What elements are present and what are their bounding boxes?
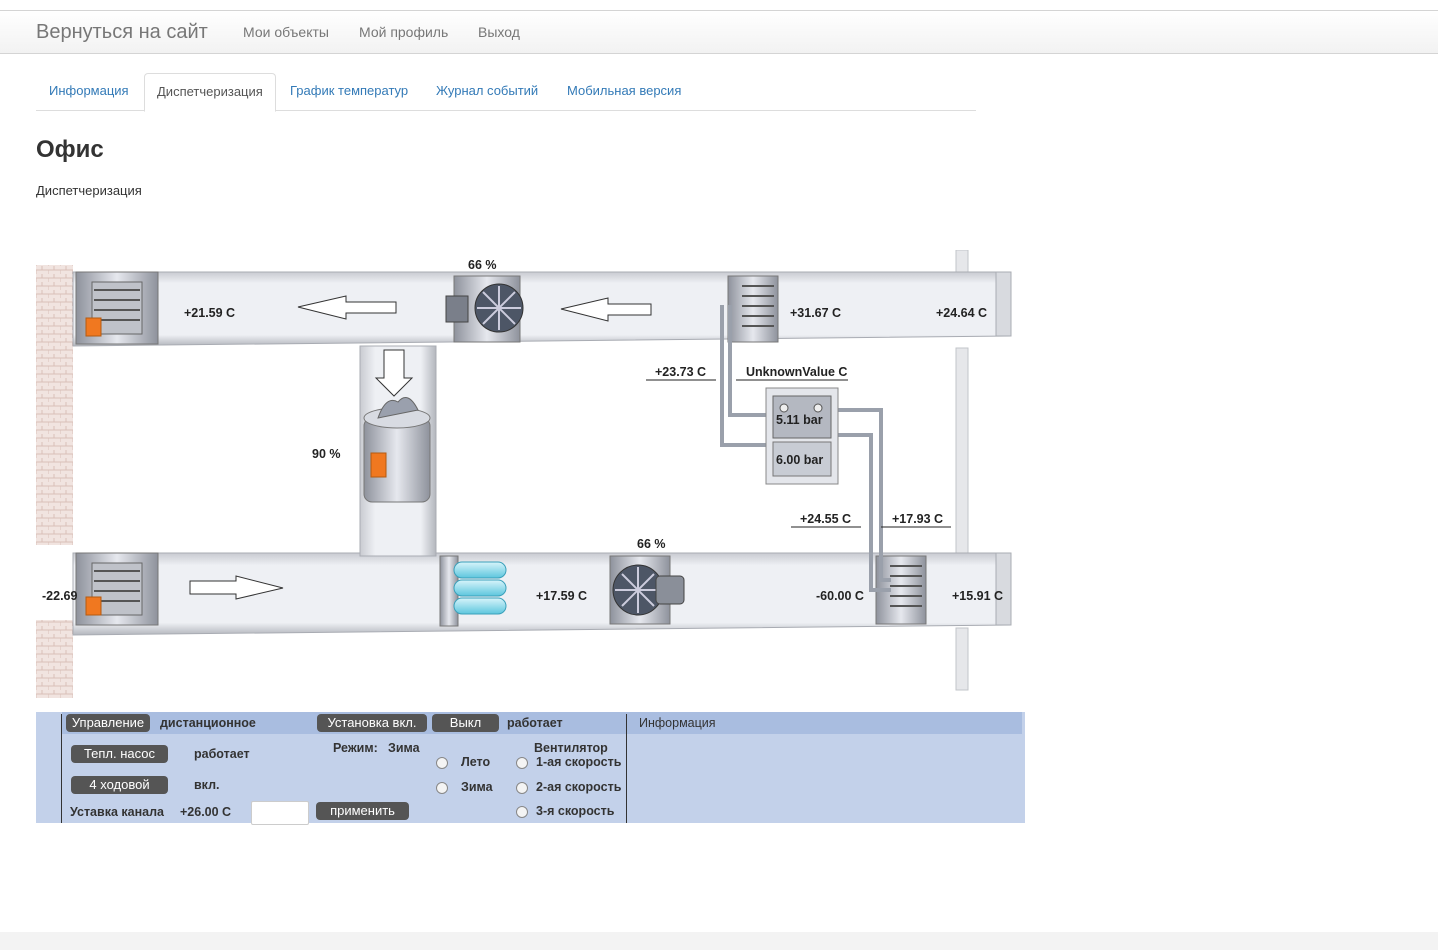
pressure-low: 6.00 bar	[776, 453, 824, 467]
tab-temperature-chart[interactable]: График температур	[278, 73, 420, 109]
panel-divider	[61, 714, 62, 823]
tab-dispatching[interactable]: Диспетчеризация	[144, 73, 276, 112]
control-mode-button[interactable]: Управление	[66, 714, 150, 732]
pipe-temperature-2: +24.55 C	[800, 512, 852, 526]
heat-pump-button[interactable]: Тепл. насос	[71, 745, 168, 763]
footer-bar	[0, 932, 1438, 950]
tab-event-log[interactable]: Журнал событий	[424, 73, 550, 109]
back-to-site-link[interactable]: Вернуться на сайт	[36, 21, 208, 44]
fan-speed-2-radio[interactable]	[516, 782, 528, 794]
tab-bar: Информация Диспетчеризация График темпер…	[36, 73, 976, 112]
hvac-scheme: 66 % +21.59 C +31.67 C +24.64 C +23.73 C…	[36, 249, 1026, 700]
supply-fan-percent: 66 %	[468, 258, 497, 272]
mode-winter-radio[interactable]	[436, 782, 448, 794]
pressure-high: 5.11 bar	[776, 413, 823, 427]
off-button[interactable]: Выкл	[432, 714, 499, 732]
mode-summer-radio[interactable]	[436, 757, 448, 769]
unknown-temperature: UnknownValue C	[746, 365, 848, 379]
control-mode-value: дистанционное	[160, 716, 256, 730]
four-way-valve-button[interactable]: 4 ходовой	[71, 776, 168, 794]
info-label: Информация	[639, 716, 716, 730]
four-way-valve-status: вкл.	[194, 778, 220, 792]
nav-my-profile[interactable]: Мой профиль	[359, 24, 448, 40]
unit-status: работает	[507, 716, 563, 730]
fan-speed-3-label: 3-я скорость	[536, 804, 615, 818]
grille-icon	[727, 275, 779, 343]
top-navbar: Вернуться на сайт Мои объекты Мой профил…	[0, 10, 1438, 54]
grille-icon	[75, 271, 159, 345]
pipe-temperature-1: +23.73 C	[655, 365, 707, 379]
tab-mobile-version[interactable]: Мобильная версия	[555, 73, 693, 109]
damper-icon	[363, 397, 431, 503]
fan-speed-1-radio[interactable]	[516, 757, 528, 769]
exhaust-temperature: +31.67 C	[790, 306, 842, 320]
supply-temperature: +21.59 C	[184, 306, 236, 320]
fan-speed-1-label: 1-ая скорость	[536, 755, 622, 769]
fan-icon	[445, 275, 524, 343]
exhaust-in-temperature: +24.64 C	[936, 306, 988, 320]
fan-label: Вентилятор	[534, 741, 608, 755]
channel-setpoint-value: +26.00 C	[180, 805, 232, 819]
exhaust-fan-percent: 66 %	[637, 537, 666, 551]
setpoint-input[interactable]	[251, 801, 309, 825]
hx-in-temperature: -60.00 C	[816, 589, 864, 603]
recirc-damper-percent: 90 %	[312, 447, 341, 461]
nav-logout[interactable]: Выход	[478, 24, 520, 40]
control-panel: Управление дистанционное Установка вкл. …	[36, 712, 1025, 825]
apply-button[interactable]: применить	[316, 802, 409, 820]
mode-value: Зима	[388, 741, 420, 755]
panel-divider	[626, 714, 627, 823]
install-on-button[interactable]: Установка вкл.	[317, 714, 427, 732]
hx-out-temperature: +15.91 C	[952, 589, 1004, 603]
heat-pump-status: работает	[194, 747, 250, 761]
page-title: Офис	[36, 136, 104, 163]
nav-my-objects[interactable]: Мои объекты	[243, 24, 329, 40]
pipe-temperature-3: +17.93 C	[892, 512, 944, 526]
mode-label: Режим:	[333, 741, 378, 755]
left-wall	[36, 265, 73, 698]
outdoor-temperature: -22.69	[42, 589, 78, 603]
mode-summer-label: Лето	[461, 755, 491, 769]
grille-icon	[75, 552, 159, 626]
fan-speed-2-label: 2-ая скорость	[536, 780, 622, 794]
page-subtitle: Диспетчеризация	[36, 183, 142, 198]
after-filter-temperature: +17.59 C	[536, 589, 588, 603]
heat-pump-icon	[765, 387, 839, 485]
mode-winter-label: Зима	[461, 780, 493, 794]
tab-info[interactable]: Информация	[37, 73, 141, 109]
channel-setpoint-label: Уставка канала	[70, 805, 164, 819]
fan-speed-3-radio[interactable]	[516, 806, 528, 818]
